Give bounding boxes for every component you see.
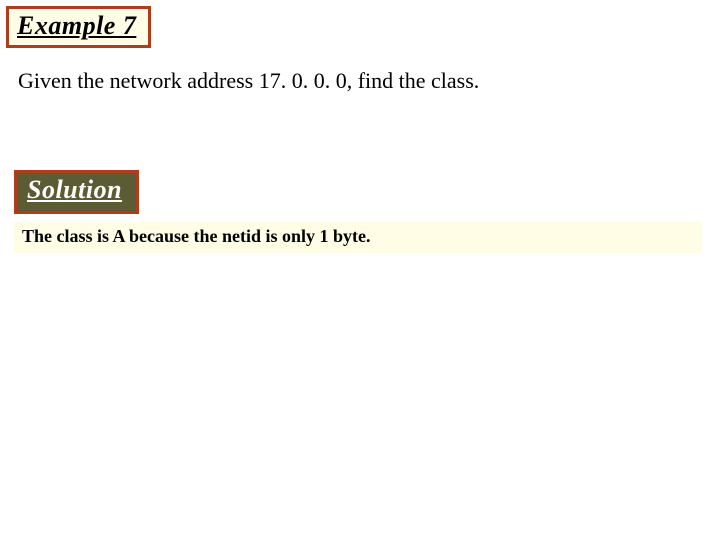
solution-header-box: Solution [14,170,139,214]
answer-band: The class is A because the netid is only… [14,222,702,253]
solution-header-label: Solution [27,175,122,204]
problem-statement: Given the network address 17. 0. 0. 0, f… [18,68,479,94]
slide-page: Example 7 Given the network address 17. … [0,0,720,540]
answer-text: The class is A because the netid is only… [22,226,371,246]
example-header-box: Example 7 [6,6,151,48]
example-header-label: Example 7 [17,11,136,40]
